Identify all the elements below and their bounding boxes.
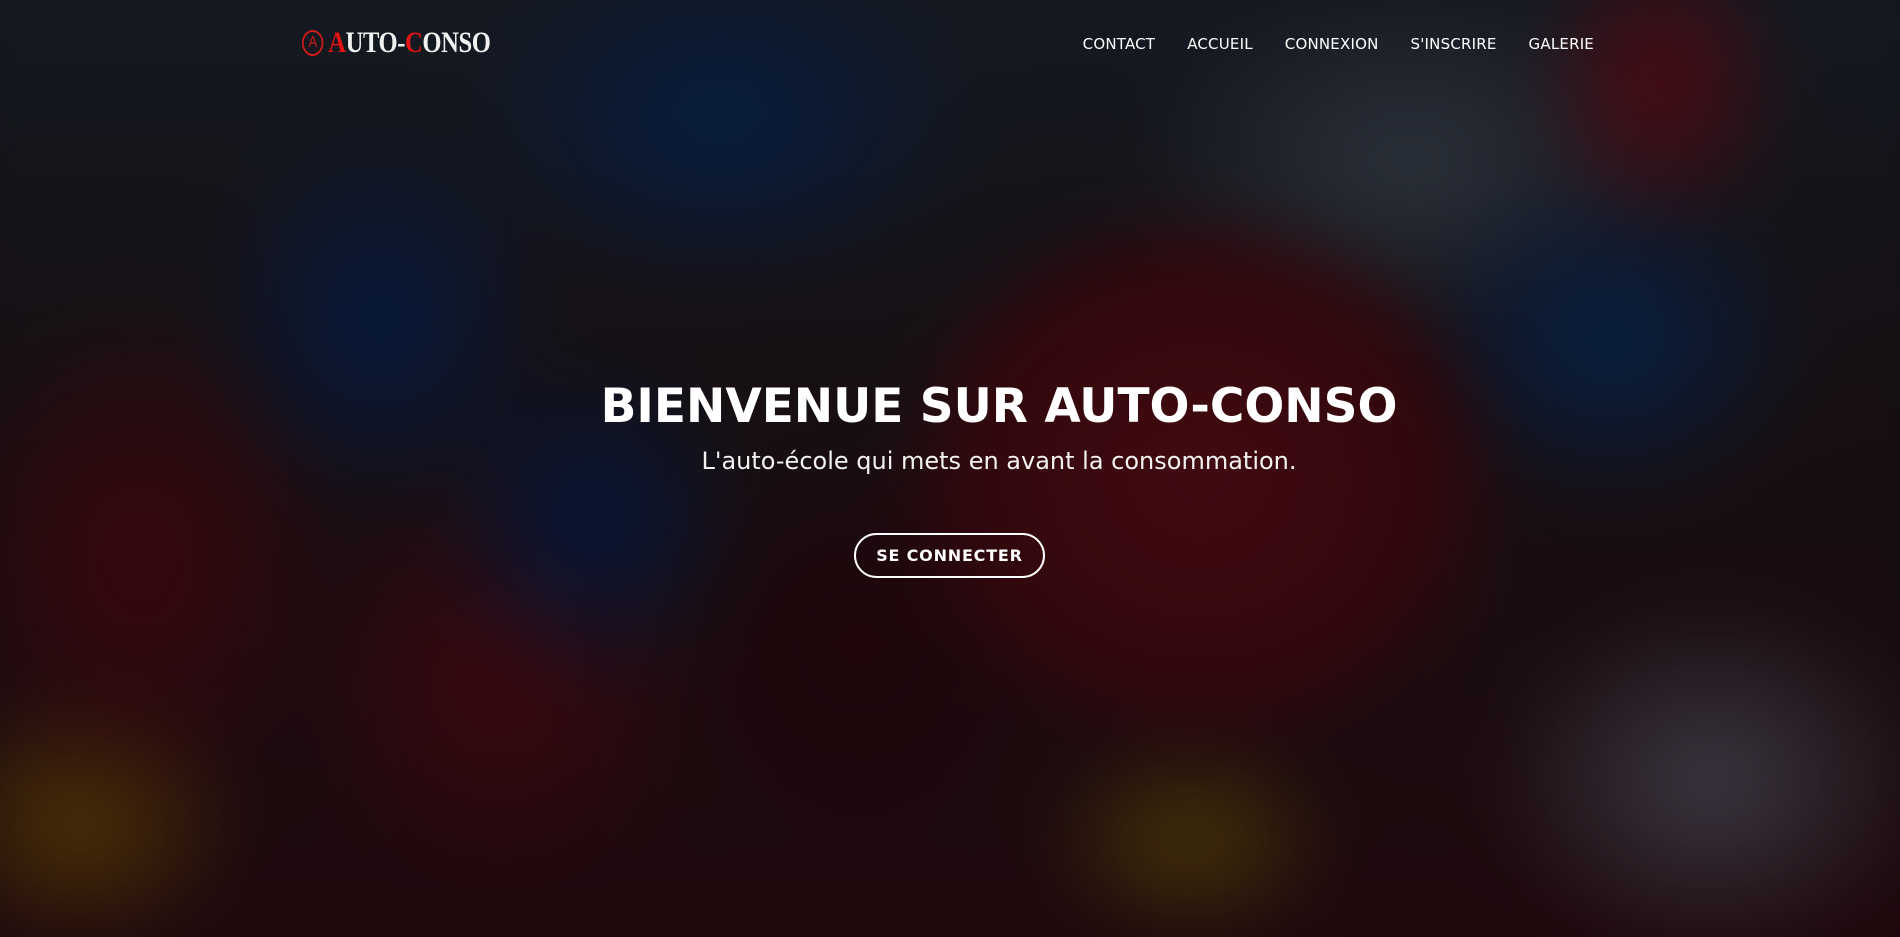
nav-item-accueil[interactable]: ACCUEIL	[1187, 34, 1253, 54]
hero-subtitle: L'auto-école qui mets en avant la consom…	[701, 447, 1297, 475]
site-header: A A UTO- C ONSO CONTACT ACCUEIL CONNEXIO…	[0, 0, 1900, 90]
nav-item-contact[interactable]: CONTACT	[1083, 34, 1156, 54]
nav-item-sinscrire[interactable]: S'INSCRIRE	[1411, 34, 1497, 54]
nav-item-galerie[interactable]: GALERIE	[1529, 34, 1594, 54]
login-button[interactable]: SE CONNECTER	[854, 533, 1045, 578]
logo-letter-a: A	[328, 26, 346, 59]
logo-mark-icon: A	[302, 30, 324, 56]
site-logo[interactable]: A A UTO- C ONSO	[302, 26, 491, 60]
hero-title: BIENVENUE SUR AUTO-CONSO	[600, 379, 1398, 434]
main-nav: CONTACT ACCUEIL CONNEXION S'INSCRIRE GAL…	[1083, 34, 1594, 54]
hero-section: BIENVENUE SUR AUTO-CONSO L'auto-école qu…	[0, 370, 1900, 478]
page: A A UTO- C ONSO CONTACT ACCUEIL CONNEXIO…	[0, 0, 1900, 937]
logo-letter-c: C	[405, 26, 423, 59]
logo-text-part1: UTO-	[345, 26, 406, 59]
nav-item-connexion[interactable]: CONNEXION	[1285, 34, 1379, 54]
logo-text-part2: ONSO	[422, 26, 491, 59]
